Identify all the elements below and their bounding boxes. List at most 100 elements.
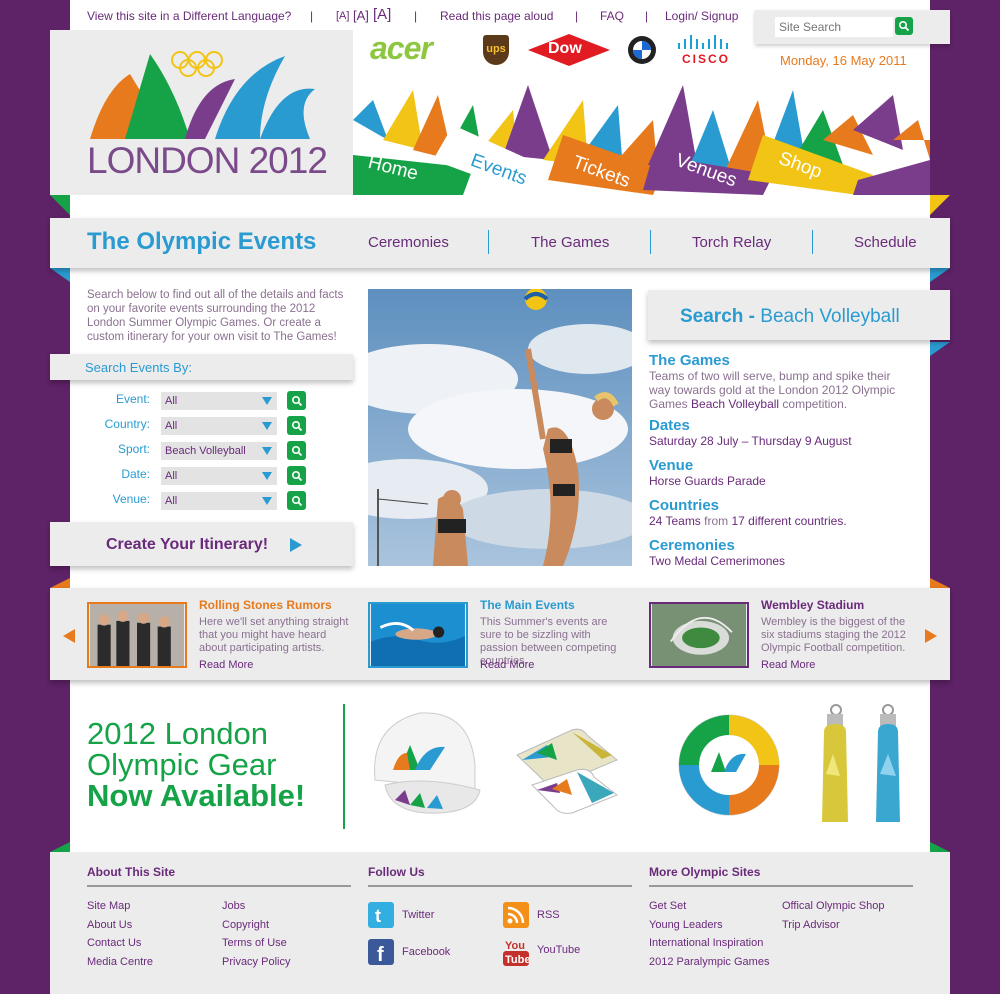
news-item-main-events[interactable]: The Main Events This Summer's events are… [368,592,628,672]
footer-link[interactable]: Copyright [222,919,269,931]
fold-decoration [930,268,950,282]
faq-link[interactable]: FAQ [600,9,624,23]
dropdown-arrow-icon [262,397,272,405]
create-itinerary-button[interactable]: Create Your Itinerary! [50,522,353,566]
twitter-link[interactable]: Twitter [402,909,434,921]
subnav-schedule[interactable]: Schedule [854,234,917,251]
facebook-icon[interactable]: f [368,939,394,965]
footer-link[interactable]: International Inspiration [649,937,763,949]
search-button[interactable] [895,17,913,35]
subnav-torch-relay[interactable]: Torch Relay [692,234,771,251]
youtube-link[interactable]: YouTube [537,944,580,956]
acer-logo[interactable]: acer [370,30,433,67]
font-size-medium-button[interactable]: [A] [353,8,369,23]
result-title: Search - Beach Volleyball [680,306,900,328]
carousel-prev-icon[interactable] [63,629,75,643]
search-events-title: Search Events By: [85,360,192,375]
countries-end: . [843,514,847,528]
games-text: Teams of two will serve, bump and spike … [649,369,911,411]
rss-icon[interactable] [503,902,529,928]
date-select[interactable]: All [161,467,277,485]
footer-link[interactable]: Jobs [222,900,245,912]
divider [649,885,913,887]
bmw-logo-icon[interactable] [627,35,657,65]
olympic-towels-product[interactable] [512,715,622,815]
footer-link[interactable]: Contact Us [87,937,141,949]
footer-link[interactable]: Site Map [87,900,130,912]
sport-search-button[interactable] [287,441,306,460]
country-select[interactable]: All [161,417,277,435]
svg-text:You: You [505,940,525,952]
news-title[interactable]: Rolling Stones Rumors [199,598,332,612]
read-more-link[interactable]: Read More [761,659,815,671]
font-size-small-button[interactable]: [A] [336,10,349,22]
font-size-large-button[interactable]: [A] [373,6,391,23]
rss-link[interactable]: RSS [537,909,560,921]
footer-link[interactable]: Trip Advisor [782,919,840,931]
venue-select[interactable]: All [161,492,277,510]
carousel-next-icon[interactable] [925,629,937,643]
footer-link[interactable]: Privacy Policy [222,956,290,968]
venue-text: Horse Guards Parade [649,474,766,488]
gear-line-2: Olympic Gear [87,747,277,782]
country-label: Country: [104,417,150,431]
dropdown-arrow-icon [262,447,272,455]
cisco-logo[interactable]: CISCO [682,52,730,66]
olympic-water-bottles-product[interactable] [818,704,913,826]
date-label: Date: [121,467,150,481]
dropdown-arrow-icon [262,472,272,480]
countries-heading: Countries [649,497,720,514]
facebook-link[interactable]: Facebook [402,946,450,958]
dates-heading: Dates [649,417,690,434]
read-more-link[interactable]: Read More [199,659,253,671]
youtube-icon[interactable]: You Tube [503,937,529,967]
footer-link[interactable]: Media Centre [87,956,153,968]
event-label: Event: [115,392,150,406]
news-item-rolling-stones[interactable]: Rolling Stones Rumors Here we'll set any… [87,592,348,672]
logo-panel[interactable]: LONDON 2012 [50,30,353,195]
games-sport-link[interactable]: Beach Volleyball [691,397,779,411]
event-select[interactable]: All [161,392,277,410]
venue-select-value: All [165,495,178,507]
events-subnav: The Olympic Events Ceremonies The Games … [50,218,950,268]
result-sport: Beach Volleyball [760,306,900,327]
subnav-ceremonies[interactable]: Ceremonies [368,234,449,251]
footer-link[interactable]: Offical Olympic Shop [782,900,885,912]
news-title[interactable]: Wembley Stadium [761,598,864,612]
footer-link[interactable]: About Us [87,919,132,931]
date-search-button[interactable] [287,466,306,485]
footer-link[interactable]: 2012 Paralympic Games [649,956,769,968]
sport-select-value: Beach Volleyball [165,445,246,457]
olympic-cap-product[interactable] [365,705,490,820]
fold-decoration [50,195,70,215]
divider: | [414,9,418,23]
ups-logo[interactable]: ups [483,35,509,65]
language-link[interactable]: View this site in a Different Language? [87,9,291,23]
login-link[interactable]: Login/ Signup [665,9,738,23]
venue-search-button[interactable] [287,491,306,510]
news-title[interactable]: The Main Events [480,598,575,612]
event-search-button[interactable] [287,391,306,410]
sport-select[interactable]: Beach Volleyball [161,442,277,460]
olympic-volleyball-product[interactable] [676,712,782,818]
country-search-button[interactable] [287,416,306,435]
fold-decoration [930,578,950,588]
play-arrow-icon [290,538,302,552]
footer-link[interactable]: Young Leaders [649,919,723,931]
read-more-link[interactable]: Read More [480,659,534,671]
subnav-the-games[interactable]: The Games [531,234,609,251]
gear-line-1: 2012 London [87,716,269,751]
footer-link[interactable]: Terms of Use [222,937,287,949]
search-input[interactable] [775,17,893,37]
news-item-wembley[interactable]: Wembley Stadium Wembley is the biggest o… [649,592,909,672]
country-select-value: All [165,420,178,432]
footer-link[interactable]: Get Set [649,900,686,912]
fold-decoration [930,342,950,356]
gear-headline[interactable]: 2012 London Olympic Gear Now Available! [87,718,305,811]
divider: | [310,9,314,23]
twitter-icon[interactable]: t [368,902,394,928]
fold-decoration [50,578,70,588]
read-aloud-link[interactable]: Read this page aloud [440,9,553,23]
search-icon [898,20,910,32]
beach-volleyball-photo [368,289,632,566]
